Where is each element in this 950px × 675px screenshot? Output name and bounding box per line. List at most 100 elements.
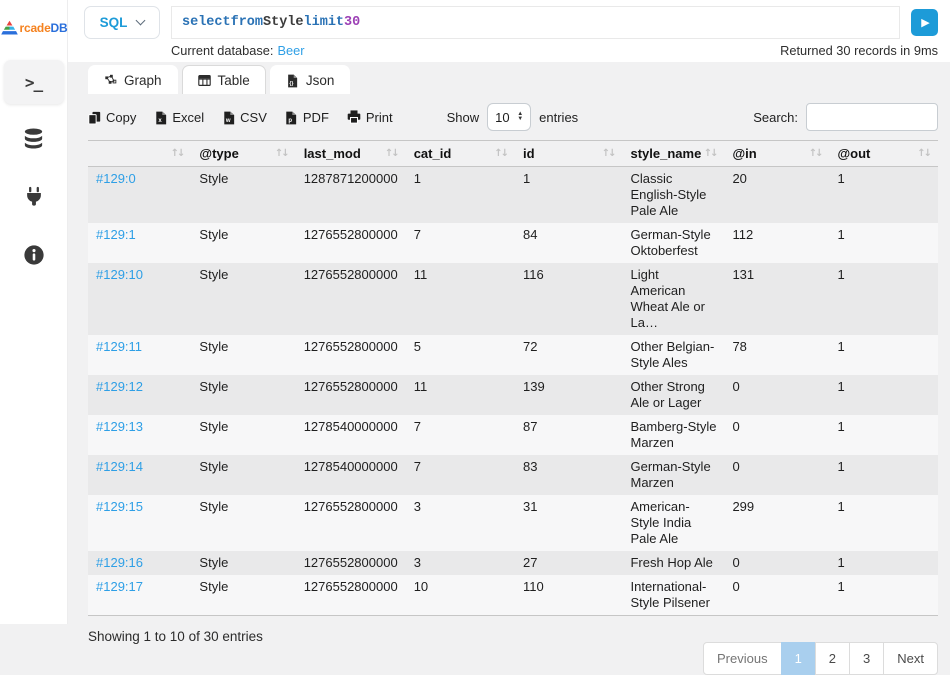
language-select[interactable]: SQL [84, 6, 160, 39]
table-toolbar: Copy x Excel w CSV [88, 103, 938, 131]
pdf-button-label: PDF [303, 110, 329, 125]
current-database-link[interactable]: Beer [277, 43, 304, 58]
column-header-id[interactable]: id↑↓ [515, 141, 622, 167]
cell-style_name: German-Style Marzen [622, 455, 724, 495]
sort-icon: ↑↓ [917, 148, 930, 159]
column-header-style_name[interactable]: style_name↑↓ [622, 141, 724, 167]
record-link[interactable]: #129:13 [96, 419, 143, 434]
cell-@in: 0 [724, 551, 829, 575]
excel-button[interactable]: x Excel [154, 110, 204, 125]
record-link[interactable]: #129:10 [96, 267, 143, 282]
pagination-page-3[interactable]: 3 [849, 642, 884, 675]
query-keyword: limit [304, 15, 345, 30]
sidebar-item-query[interactable]: >_ [4, 60, 64, 104]
column-header-@type[interactable]: @type↑↓ [191, 141, 295, 167]
sidebar-item-server[interactable] [4, 176, 64, 220]
cell-@in: 0 [724, 415, 829, 455]
tab-table[interactable]: Table [182, 65, 266, 94]
column-header-cat_id[interactable]: cat_id↑↓ [406, 141, 515, 167]
cell-@out: 1 [829, 263, 938, 335]
cell-rid: #129:0 [88, 167, 191, 224]
column-header-last_mod[interactable]: last_mod↑↓ [296, 141, 406, 167]
pagination: Previous123Next [703, 642, 938, 675]
pdf-button[interactable]: p PDF [285, 110, 329, 125]
column-header-rid[interactable]: ↑↓ [88, 141, 191, 167]
print-button[interactable]: Print [347, 110, 393, 125]
table-row: #129:0Style128787120000011Classic Englis… [88, 167, 938, 224]
tab-graph[interactable]: Graph [88, 65, 178, 94]
csv-button[interactable]: w CSV [222, 110, 267, 125]
result-tabs: Graph Table {} Json [88, 65, 938, 94]
query-identifier: Style [263, 15, 304, 30]
cell-@type: Style [191, 455, 295, 495]
cell-@type: Style [191, 575, 295, 616]
pagination-next[interactable]: Next [883, 642, 938, 675]
cell-style_name: Other Strong Ale or Lager [622, 375, 724, 415]
svg-text:w: w [225, 118, 231, 124]
record-link[interactable]: #129:12 [96, 379, 143, 394]
cell-@type: Style [191, 551, 295, 575]
play-icon: ▶ [921, 16, 929, 29]
page-size-select[interactable]: 10 ▲▼ [487, 103, 531, 131]
cell-@in: 0 [724, 375, 829, 415]
sort-icon: ↑↓ [171, 148, 184, 159]
cell-cat_id: 7 [406, 415, 515, 455]
info-icon [23, 244, 45, 269]
cell-style_name: Other Belgian-Style Ales [622, 335, 724, 375]
pagination-page-1[interactable]: 1 [781, 642, 816, 675]
column-header-@in[interactable]: @in↑↓ [724, 141, 829, 167]
sort-icon: ↑↓ [275, 148, 288, 159]
record-link[interactable]: #129:15 [96, 499, 143, 514]
record-link[interactable]: #129:17 [96, 579, 143, 594]
cell-style_name: German-Style Oktoberfest [622, 223, 724, 263]
copy-button[interactable]: Copy [88, 110, 136, 125]
cell-@out: 1 [829, 167, 938, 224]
file-excel-icon: x [154, 111, 167, 124]
cell-rid: #129:17 [88, 575, 191, 616]
cell-@out: 1 [829, 575, 938, 616]
record-link[interactable]: #129:1 [96, 227, 136, 242]
cell-@in: 0 [724, 575, 829, 616]
pagination-page-2[interactable]: 2 [815, 642, 850, 675]
record-link[interactable]: #129:14 [96, 459, 143, 474]
tab-label: Graph [124, 73, 162, 88]
cell-last_mod: 1276552800000 [296, 263, 406, 335]
cell-style_name: International-Style Pilsener [622, 575, 724, 616]
table-icon [198, 74, 211, 87]
query-number: 30 [344, 15, 360, 30]
cell-cat_id: 7 [406, 223, 515, 263]
cell-rid: #129:13 [88, 415, 191, 455]
table-row: #129:11Style1276552800000572Other Belgia… [88, 335, 938, 375]
cell-id: 110 [515, 575, 622, 616]
cell-@out: 1 [829, 495, 938, 551]
results-table-head-row: ↑↓@type↑↓last_mod↑↓cat_id↑↓id↑↓style_nam… [88, 141, 938, 167]
column-header-@out[interactable]: @out ↑↓ [829, 141, 938, 167]
cell-@out: 1 [829, 551, 938, 575]
cell-cat_id: 11 [406, 375, 515, 415]
sidebar-item-information[interactable] [4, 234, 64, 278]
sidebar-item-database[interactable] [4, 118, 64, 162]
tab-label: Json [306, 73, 335, 88]
language-select-value: SQL [100, 15, 128, 30]
current-database-label: Current database: [171, 43, 273, 58]
cell-last_mod: 1276552800000 [296, 375, 406, 415]
csv-button-label: CSV [240, 110, 267, 125]
pagination-previous[interactable]: Previous [703, 642, 782, 675]
column-header-label: @out [837, 146, 870, 161]
cell-@type: Style [191, 415, 295, 455]
run-query-button[interactable]: ▶ [911, 9, 938, 36]
cell-id: 139 [515, 375, 622, 415]
cell-rid: #129:16 [88, 551, 191, 575]
cell-style_name: American-Style India Pale Ale [622, 495, 724, 551]
record-link[interactable]: #129:16 [96, 555, 143, 570]
arcadedb-logo[interactable]: rcadeDB [0, 0, 67, 56]
query-editor[interactable]: select from Style limit 30 [171, 6, 900, 39]
tab-json[interactable]: {} Json [270, 65, 351, 94]
record-link[interactable]: #129:0 [96, 171, 136, 186]
svg-text:p: p [289, 118, 293, 124]
record-link[interactable]: #129:11 [96, 339, 142, 354]
column-header-label: @in [732, 146, 756, 161]
sidebar: rcadeDB >_ [0, 0, 68, 624]
search-input[interactable] [806, 103, 938, 131]
cell-@out: 1 [829, 335, 938, 375]
